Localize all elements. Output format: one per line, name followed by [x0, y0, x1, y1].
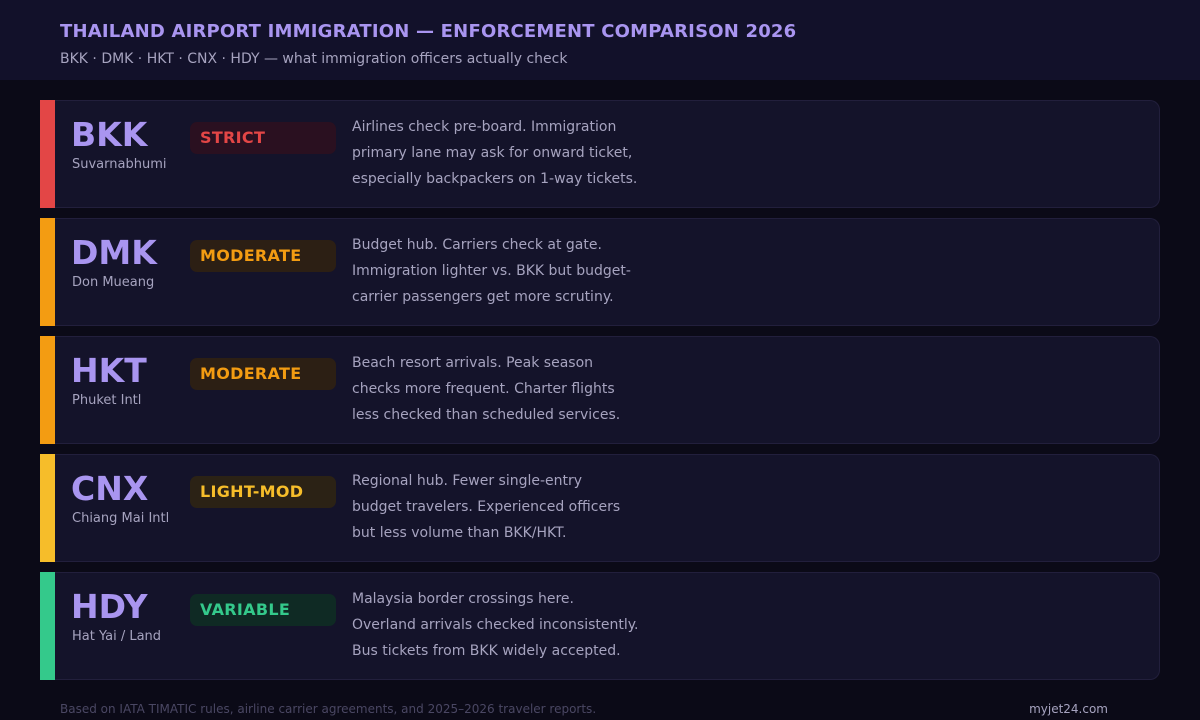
site-brand: myjet24.com — [1029, 702, 1108, 716]
page-title: THAILAND AIRPORT IMMIGRATION — ENFORCEME… — [60, 21, 797, 42]
airport-name: Chiang Mai Intl — [72, 511, 170, 526]
description-line: Regional hub. Fewer single-entry — [352, 473, 583, 489]
description-line: Budget hub. Carriers check at gate. — [352, 237, 602, 253]
description-line: Bus tickets from BKK widely accepted. — [352, 643, 621, 659]
airport-description: Malaysia border crossings here. Overland… — [352, 586, 672, 664]
level-color-bar — [40, 100, 55, 208]
airport-name: Hat Yai / Land — [72, 629, 162, 644]
description-line: Malaysia border crossings here. — [352, 591, 574, 607]
airport-name: Phuket Intl — [72, 393, 142, 408]
description-line: carrier passengers get more scrutiny. — [352, 289, 614, 305]
page-subtitle: BKK · DMK · HKT · CNX · HDY — what immig… — [60, 51, 568, 67]
description-line: checks more frequent. Charter flights — [352, 381, 615, 397]
description-line: budget travelers. Experienced officers — [352, 499, 621, 515]
airport-card-bkk: BKK Suvarnabhumi STRICT Airlines check p… — [40, 100, 1160, 208]
enforcement-level-badge: MODERATE — [190, 240, 336, 272]
description-line: Immigration lighter vs. BKK but budget- — [352, 263, 631, 279]
airport-code: BKK — [71, 115, 148, 154]
airport-description: Regional hub. Fewer single-entry budget … — [352, 468, 672, 546]
description-line: Overland arrivals checked inconsistently… — [352, 617, 639, 633]
level-color-bar — [40, 572, 55, 680]
source-note: Based on IATA TIMATIC rules, airline car… — [60, 702, 597, 716]
airport-name: Suvarnabhumi — [72, 157, 167, 172]
airport-description: Airlines check pre-board. Immigration pr… — [352, 114, 672, 192]
level-color-bar — [40, 454, 55, 562]
airport-code: DMK — [71, 233, 157, 272]
enforcement-level-badge: LIGHT-MOD — [190, 476, 336, 508]
airport-card-hdy: HDY Hat Yai / Land VARIABLE Malaysia bor… — [40, 572, 1160, 680]
level-color-bar — [40, 336, 55, 444]
description-line: primary lane may ask for onward ticket, — [352, 145, 633, 161]
description-line: Beach resort arrivals. Peak season — [352, 355, 594, 371]
airport-card-hkt: HKT Phuket Intl MODERATE Beach resort ar… — [40, 336, 1160, 444]
enforcement-level-badge: VARIABLE — [190, 594, 336, 626]
description-line: less checked than scheduled services. — [352, 407, 621, 423]
airport-description: Budget hub. Carriers check at gate. Immi… — [352, 232, 672, 310]
level-color-bar — [40, 218, 55, 326]
description-line: but less volume than BKK/HKT. — [352, 525, 567, 541]
airport-card-dmk: DMK Don Mueang MODERATE Budget hub. Carr… — [40, 218, 1160, 326]
airport-name: Don Mueang — [72, 275, 155, 290]
description-line: Airlines check pre-board. Immigration — [352, 119, 617, 135]
airport-code: CNX — [71, 469, 149, 508]
enforcement-level-badge: STRICT — [190, 122, 336, 154]
enforcement-level-badge: MODERATE — [190, 358, 336, 390]
airport-card-cnx: CNX Chiang Mai Intl LIGHT-MOD Regional h… — [40, 454, 1160, 562]
airport-code: HDY — [71, 587, 148, 626]
description-line: especially backpackers on 1-way tickets. — [352, 171, 638, 187]
airport-code: HKT — [71, 351, 147, 390]
header-bar: THAILAND AIRPORT IMMIGRATION — ENFORCEME… — [0, 0, 1200, 80]
airport-description: Beach resort arrivals. Peak season check… — [352, 350, 672, 428]
